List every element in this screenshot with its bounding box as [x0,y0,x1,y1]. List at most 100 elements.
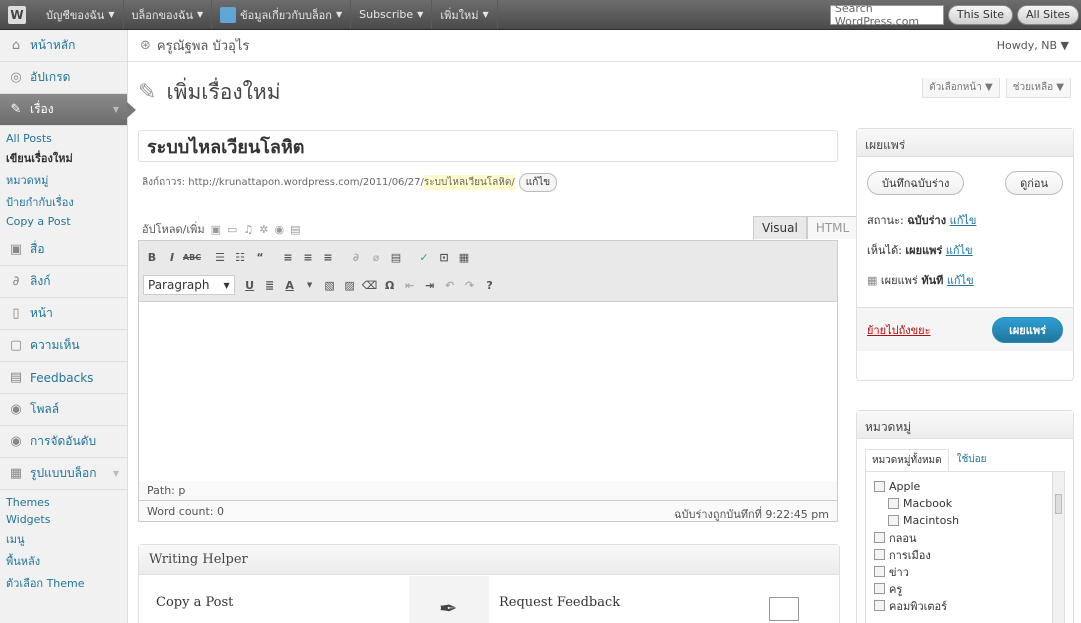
insert-link-icon[interactable]: ∂ [347,248,365,266]
indent-icon[interactable]: ⇥ [421,276,439,294]
special-char-icon[interactable]: Ω [381,276,399,294]
checkbox[interactable] [874,566,885,577]
submenu-tags[interactable]: ป้ายกำกับเรื่อง [0,191,127,213]
sidebar-item-polls[interactable]: ◉ โพลล์ [0,394,127,426]
submenu-menus[interactable]: เมนู [0,528,127,550]
publish-button[interactable]: เผยแพร่ [992,316,1063,343]
sidebar-item-upgrade[interactable]: ◎ อัปเกรด [0,62,127,94]
add-poll-icon[interactable]: ◉ [275,223,285,236]
my-account-menu[interactable]: บัญชีของฉัน ▼ [38,0,124,29]
add-media-icon[interactable]: ✲ [259,223,268,236]
category-item[interactable]: กลอน [874,529,1056,546]
paste-word-icon[interactable]: ▨ [341,276,359,294]
tab-popular-categories[interactable]: ใช้บ่อย [950,449,993,471]
bullet-list-icon[interactable]: ☰ [211,248,229,266]
howdy-menu[interactable]: Howdy, NB ▼ [997,39,1069,52]
justify-icon[interactable]: ≣ [261,276,279,294]
checkbox[interactable] [874,481,885,492]
permalink-slug[interactable]: ระบบไหลเวียนโลหิต/ [423,175,515,190]
align-left-icon[interactable]: ≡ [279,248,297,266]
category-item[interactable]: Macbook [874,495,1056,512]
submenu-theme-options[interactable]: ตัวเลือก Theme [0,572,127,594]
more-tag-icon[interactable]: ▤ [387,248,405,266]
category-item[interactable]: Macintosh [874,512,1056,529]
redo-icon[interactable]: ↷ [461,276,479,294]
italic-icon[interactable]: I [163,248,181,266]
spellcheck-icon[interactable]: ✓ [415,248,433,266]
permalink-edit-button[interactable]: แก้ไข [518,173,558,192]
edit-status-link[interactable]: แก้ไข [950,214,977,227]
checkbox[interactable] [888,498,899,509]
submenu-categories[interactable]: หมวดหมู่ [0,169,127,191]
submenu-widgets[interactable]: Widgets [0,511,127,528]
category-scrollbar[interactable] [1052,472,1064,623]
paste-text-icon[interactable]: ▧ [321,276,339,294]
search-input[interactable]: Search WordPress.com [829,2,944,28]
underline-icon[interactable]: U [241,276,259,294]
category-item[interactable]: ข่าว [874,563,1056,580]
sidebar-item-feedbacks[interactable]: ▤ Feedbacks [0,362,127,394]
align-right-icon[interactable]: ≡ [319,248,337,266]
save-draft-button[interactable]: บันทึกฉบับร่าง [867,171,965,195]
editor-content-area[interactable] [139,302,837,510]
format-select[interactable]: Paragraph ▼ [143,275,235,295]
sidebar-item-posts[interactable]: ✎ เรื่อง ▼ [0,94,136,126]
sidebar-item-links[interactable]: ∂ ลิงก์ [0,266,127,298]
checkbox[interactable] [874,549,885,560]
checkbox[interactable] [888,515,899,526]
this-site-button[interactable]: This Site [947,4,1014,25]
post-title-input[interactable]: ระบบไหลเวียนโลหิต [138,130,838,162]
submenu-add-new[interactable]: เขียนเรื่องใหม่ [0,147,127,169]
submenu-copy-post[interactable]: Copy a Post [0,213,127,230]
text-color-icon[interactable]: A [281,276,299,294]
all-sites-button[interactable]: All Sites [1017,4,1079,25]
sidebar-item-dashboard[interactable]: ⌂ หน้าหลัก [0,30,127,62]
checkbox[interactable] [874,532,885,543]
publish-box-title[interactable]: เผยแพร่ [857,129,1073,157]
category-item[interactable]: คอมพิวเตอร์ [874,597,1056,614]
fullscreen-icon[interactable]: ⊡ [435,248,453,266]
screen-options-button[interactable]: ตัวเลือกหน้า ▼ [922,78,1000,98]
preview-button[interactable]: ดูก่อน [1005,171,1063,195]
bold-icon[interactable]: B [143,248,161,266]
scrollbar-thumb[interactable] [1055,494,1062,514]
category-item[interactable]: ครู [874,580,1056,597]
strikethrough-icon[interactable]: ABC [183,248,201,266]
wordpress-logo-icon[interactable]: W [8,5,26,24]
sidebar-item-pages[interactable]: ▯ หน้า [0,298,127,330]
blockquote-icon[interactable]: “ [251,248,269,266]
outdent-icon[interactable]: ⇤ [401,276,419,294]
request-feedback-heading[interactable]: Request Feedback [499,595,620,610]
category-item[interactable]: Apple [874,478,1056,495]
edit-schedule-link[interactable]: แก้ไข [947,274,974,287]
writing-helper-title[interactable]: Writing Helper [139,545,839,575]
sidebar-item-comments[interactable]: ▢ ความเห็น [0,330,127,362]
help-button[interactable]: ช่วยเหลือ ▼ [1005,78,1071,98]
remove-format-icon[interactable]: ⌫ [361,276,379,294]
add-audio-icon[interactable]: ♫ [243,223,253,236]
checkbox[interactable] [874,600,885,611]
copy-post-heading[interactable]: Copy a Post [156,595,233,610]
sidebar-item-ratings[interactable]: ◉ การจัดอันดับ [0,426,127,458]
site-name[interactable]: ครูณัฐพล บัวอุไร [157,35,249,56]
blog-info-menu[interactable]: ข้อมูลเกี่ยวกับบล็อก ▼ [212,0,352,29]
unlink-icon[interactable]: ⌀ [367,248,385,266]
my-blogs-menu[interactable]: บล็อกของฉัน ▼ [124,0,213,29]
edit-visibility-link[interactable]: แก้ไข [946,244,973,257]
tab-visual[interactable]: Visual [753,216,807,239]
add-video-icon[interactable]: ▭ [227,223,237,236]
add-form-icon[interactable]: ▤ [290,223,300,236]
add-image-icon[interactable]: ▣ [211,223,221,236]
align-center-icon[interactable]: ≡ [299,248,317,266]
move-to-trash-link[interactable]: ย้ายไปถังขยะ [867,321,931,339]
categories-box-title[interactable]: หมวดหมู่ [857,411,1073,439]
submenu-all-posts[interactable]: All Posts [0,130,127,147]
numbered-list-icon[interactable]: ☷ [231,248,249,266]
help-icon[interactable]: ? [481,276,499,294]
submenu-background[interactable]: พื้นหลัง [0,550,127,572]
checkbox[interactable] [874,583,885,594]
tab-all-categories[interactable]: หมวดหมู่ทั้งหมด [865,449,949,471]
sidebar-item-appearance[interactable]: ▦ รูปแบบบล็อก ▼ [0,458,127,490]
chevron-down-icon[interactable]: ▼ [301,276,319,294]
undo-icon[interactable]: ↶ [441,276,459,294]
